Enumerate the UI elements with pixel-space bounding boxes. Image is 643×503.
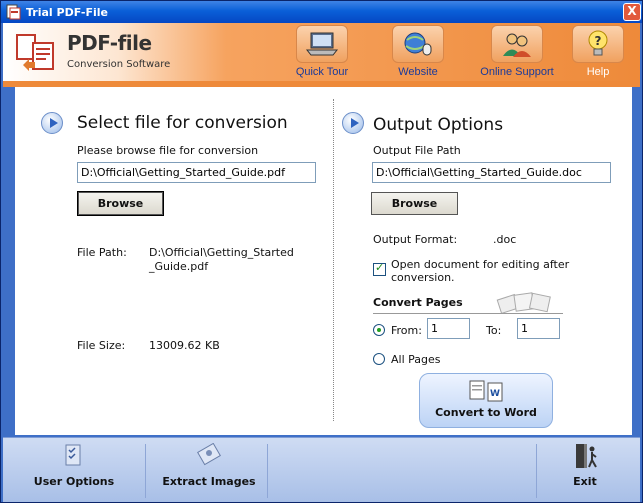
browse-source-button[interactable]: Browse	[77, 191, 164, 216]
brand-name: PDF-file	[67, 31, 152, 55]
open-document-label-line1: Open document for editing after	[391, 258, 570, 271]
browse-output-button[interactable]: Browse	[371, 192, 458, 215]
to-label: To:	[486, 324, 502, 337]
laptop-icon	[296, 25, 348, 63]
select-file-title: Select file for conversion	[77, 113, 288, 133]
section-divider	[333, 99, 334, 421]
convert-pages-title: Convert Pages	[373, 296, 463, 309]
extract-images-label: Extract Images	[162, 475, 256, 488]
file-path-label: File Path:	[77, 246, 127, 259]
quick-tour-button[interactable]: Quick Tour	[282, 25, 362, 81]
pdf-to-word-icon: W	[469, 380, 503, 402]
close-button[interactable]: X	[623, 3, 641, 21]
help-label: Help	[586, 66, 610, 78]
pdf-app-icon	[6, 4, 21, 20]
output-path-input[interactable]: D:\Official\Getting_Started_Guide.doc	[372, 162, 611, 183]
globe-mouse-icon	[392, 25, 444, 63]
pdf-file-logo-icon	[16, 34, 54, 71]
exit-door-icon	[568, 442, 602, 470]
file-size-label: File Size:	[77, 339, 126, 352]
file-size-value: 13009.62 KB	[149, 339, 220, 352]
quick-tour-label: Quick Tour	[295, 66, 349, 78]
pages-stack-icon	[496, 292, 551, 313]
convert-pages-rule	[373, 313, 563, 314]
logo: PDF-file Conversion Software	[9, 29, 259, 75]
extract-images-icon	[192, 442, 226, 470]
exit-button[interactable]: Exit	[547, 438, 623, 502]
section-arrow-icon	[342, 112, 364, 134]
open-document-label-line2: conversion.	[391, 271, 455, 284]
to-page-input[interactable]: 1	[517, 318, 560, 339]
online-support-label: Online Support	[480, 66, 554, 78]
from-label: From:	[391, 324, 422, 337]
footer-toolbar: User Options Extract Images Exit	[3, 437, 640, 502]
footer-separator	[536, 444, 537, 498]
exit-label: Exit	[573, 475, 597, 488]
app-window: Trial PDF-File X PDF-file Conversion Sof…	[0, 0, 643, 503]
svg-text:?: ?	[595, 34, 602, 48]
support-people-icon	[491, 25, 543, 63]
svg-text:W: W	[490, 389, 500, 399]
online-support-button[interactable]: Online Support	[477, 25, 557, 81]
close-icon: X	[627, 4, 637, 18]
main-panel: Select file for conversion Please browse…	[15, 87, 632, 435]
page-range-radio[interactable]	[373, 324, 385, 336]
website-button[interactable]: Website	[378, 25, 458, 81]
all-pages-label: All Pages	[391, 353, 441, 366]
help-lightbulb-icon: ?	[572, 25, 624, 63]
user-options-button[interactable]: User Options	[9, 438, 139, 502]
convert-to-word-button[interactable]: W Convert to Word	[419, 373, 553, 428]
source-file-input[interactable]: D:\Official\Getting_Started_Guide.pdf	[77, 162, 316, 183]
footer-separator	[267, 444, 268, 498]
browse-prompt: Please browse file for conversion	[77, 144, 259, 157]
convert-to-word-label: Convert to Word	[435, 406, 537, 419]
output-path-label: Output File Path	[373, 144, 461, 157]
window-title: Trial PDF-File	[26, 5, 108, 19]
from-page-input[interactable]: 1	[427, 318, 470, 339]
section-arrow-icon	[41, 112, 63, 134]
output-format-label: Output Format:	[373, 233, 458, 246]
extract-images-button[interactable]: Extract Images	[151, 438, 267, 502]
website-label: Website	[398, 66, 438, 78]
user-options-label: User Options	[33, 475, 115, 488]
user-options-icon	[57, 442, 91, 470]
output-format-value: .doc	[493, 233, 517, 246]
open-document-checkbox[interactable]	[373, 261, 386, 276]
footer-separator	[145, 444, 146, 498]
header-banner: PDF-file Conversion Software Quick Tour …	[3, 23, 640, 81]
file-path-value-line2: _Guide.pdf	[149, 260, 209, 273]
all-pages-radio[interactable]	[373, 353, 385, 365]
output-options-title: Output Options	[373, 115, 504, 135]
title-bar[interactable]: Trial PDF-File X	[1, 1, 642, 23]
help-button[interactable]: ? Help	[566, 25, 630, 81]
file-path-value-line1: D:\Official\Getting_Started	[149, 246, 294, 259]
brand-tagline: Conversion Software	[67, 59, 171, 70]
